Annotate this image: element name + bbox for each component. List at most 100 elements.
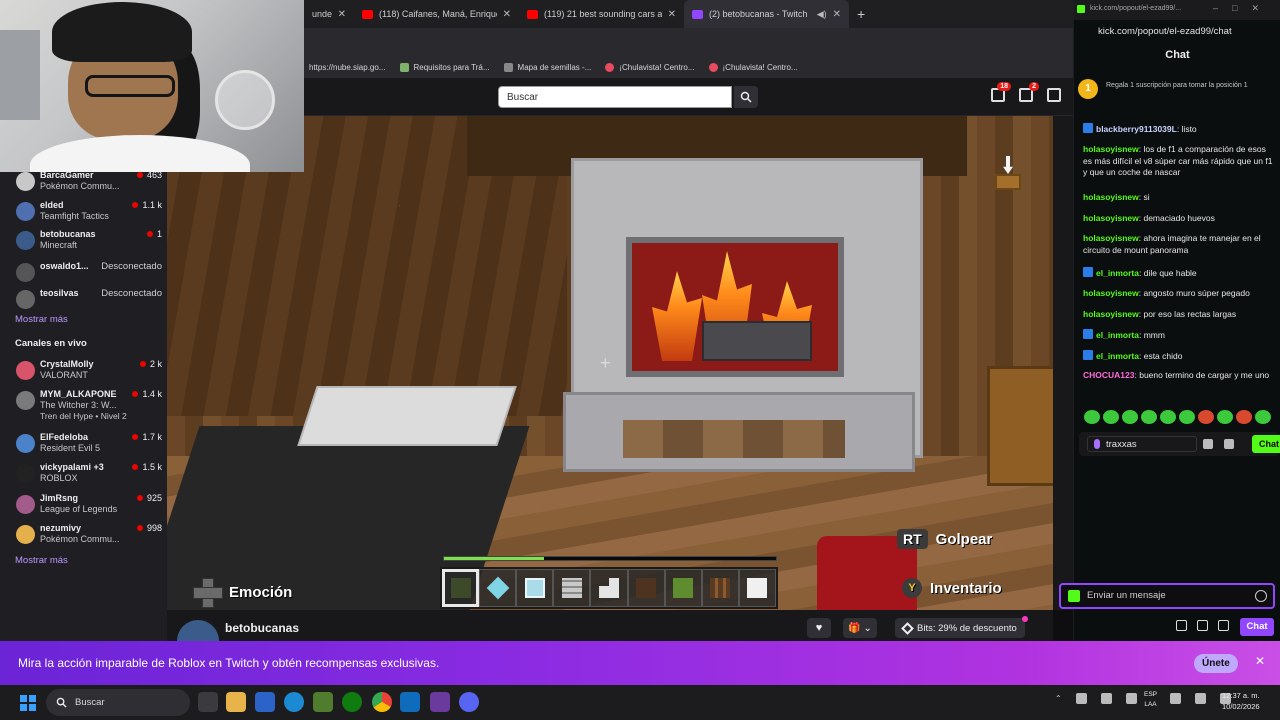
windows-start-icon[interactable] (20, 695, 36, 711)
chat-username[interactable]: holasoyisnew (1083, 309, 1139, 319)
chat-username[interactable]: holasoyisnew (1083, 233, 1139, 243)
bookmark[interactable]: ¡Chulavista! Centro... (605, 62, 695, 72)
sidebar-channel[interactable]: nezumivy Pokémon Commu... 998 (16, 523, 162, 551)
sidebar-channel[interactable]: teosilvas Desconectado (16, 288, 162, 316)
wifi-icon[interactable] (1170, 693, 1181, 704)
streamer-name[interactable]: betobucanas (225, 621, 299, 635)
speaker-icon[interactable] (1195, 693, 1206, 704)
sidebar-channel[interactable]: ElFedeloba Resident Evil 5 1.7 k (16, 432, 162, 460)
chat-username[interactable]: CHOCUA123 (1083, 370, 1135, 380)
close-icon[interactable]: ✕ (1255, 654, 1265, 668)
sidebar-channel[interactable]: vickypalami +3 ROBLOX 1.5 k (16, 462, 162, 490)
search-input[interactable]: Buscar (498, 86, 732, 108)
sidebar-channel[interactable]: betobucanas Minecraft 1 (16, 229, 162, 257)
chat-username[interactable]: holasoyisnew (1083, 213, 1139, 223)
taskbar-search[interactable]: Buscar (46, 689, 190, 716)
close-icon[interactable]: ✕ (503, 9, 511, 20)
chat-username[interactable]: holasoyisnew (1083, 288, 1139, 298)
close-icon[interactable]: ✕ (338, 9, 346, 20)
xbox-icon[interactable] (342, 692, 362, 712)
emote-icon[interactable] (1141, 410, 1157, 424)
browser-tab[interactable]: (118) Caifanes, Maná, Enrique B ✕ (354, 0, 519, 28)
bits-button[interactable]: Bits: 29% de descuento (895, 618, 1025, 638)
gift-sub-promo[interactable]: 1 Regala 1 suscripción para tomar la pos… (1078, 79, 1274, 99)
discord-icon[interactable] (459, 692, 479, 712)
app-icon[interactable] (430, 692, 450, 712)
emote-icon[interactable] (1179, 410, 1195, 424)
sidebar-channel[interactable]: BarcaGamer Pokémon Commu... 463 (16, 170, 162, 198)
emote-icon[interactable] (1217, 410, 1233, 424)
sidebar-channel[interactable]: elded Teamfight Tactics 1.1 k (16, 200, 162, 228)
chat-identity[interactable]: traxxas (1087, 436, 1197, 452)
bookmark[interactable]: Requisitos para Trá... (399, 62, 490, 72)
bookmark[interactable]: ¡Chulavista! Centro... (708, 62, 798, 72)
speaker-icon[interactable]: ◀) (817, 9, 827, 20)
join-button[interactable]: Únete (1194, 654, 1238, 673)
search-button[interactable] (734, 86, 758, 108)
chat-button[interactable]: Chat (1252, 435, 1280, 453)
whispers-icon[interactable] (1047, 88, 1061, 102)
browser-tab[interactable]: (119) 21 best sounding cars at ✕ (519, 0, 684, 28)
settings-icon[interactable] (1224, 439, 1234, 449)
emoji-icon[interactable] (1255, 590, 1267, 602)
chat-message: holasoyisnew: ahora imagina te manejar e… (1083, 233, 1277, 256)
cloud-icon[interactable] (1075, 693, 1087, 704)
browser-tab[interactable]: unde ✕ (304, 0, 354, 28)
mic-icon[interactable] (1100, 693, 1112, 704)
show-more-link[interactable]: Mostrar más (15, 555, 68, 566)
sidebar-channel[interactable]: CrystalMolly VALORANT 2 k (16, 359, 162, 387)
shield-icon[interactable] (1176, 620, 1187, 631)
clock[interactable]: 12:37 a. m. 10/02/2026 (1222, 690, 1260, 712)
emote-icon[interactable] (1236, 410, 1252, 424)
avatar (16, 361, 35, 380)
inbox-icon[interactable]: 2 (1019, 82, 1039, 102)
chat-username[interactable]: holasoyisnew (1083, 192, 1139, 202)
sidebar-channel[interactable]: MYM_ALKAPONE The Witcher 3: W... Tren del … (16, 389, 162, 427)
file-explorer-icon[interactable] (226, 692, 246, 712)
notifications-icon[interactable]: 18 (991, 82, 1011, 102)
pencil-icon[interactable] (1197, 620, 1208, 631)
chat-username[interactable]: blackberry9113039L (1096, 124, 1177, 134)
close-icon[interactable]: ✕ (668, 9, 676, 20)
show-more-link[interactable]: Mostrar más (15, 314, 68, 325)
message-input[interactable]: Enviar un mensaje (1059, 583, 1275, 609)
chrome-icon[interactable] (372, 692, 392, 712)
gear-icon[interactable] (1218, 620, 1229, 631)
chevron-up-icon[interactable]: ⌃ (1055, 694, 1062, 703)
emote-icon[interactable] (1103, 410, 1119, 424)
edge-icon[interactable] (284, 692, 304, 712)
emote-icon[interactable] (1122, 410, 1138, 424)
chat-username[interactable]: el_inmorta (1096, 330, 1139, 340)
channel-name: teosilvas (40, 288, 79, 298)
chat-username[interactable]: holasoyisnew (1083, 144, 1139, 154)
sidebar-channel[interactable]: oswaldo1... Desconectado (16, 261, 162, 289)
chat-address[interactable]: kick.com/popout/el-ezad99/chat (1098, 26, 1232, 37)
bookmark[interactable]: Mapa de semillas -... (503, 62, 591, 72)
store-icon[interactable] (1203, 439, 1213, 449)
streamer-glasses (85, 75, 175, 97)
emote-icon[interactable] (1084, 410, 1100, 424)
new-tab-icon[interactable]: + (857, 6, 865, 22)
minecraft-icon[interactable] (313, 692, 333, 712)
chat-username[interactable]: el_inmorta (1096, 351, 1139, 361)
emote-icon[interactable] (1255, 410, 1271, 424)
video-player[interactable]: · + Emoción RT Golpear Y Inventario (167, 116, 1053, 610)
app-tray-icon[interactable] (1125, 693, 1137, 704)
sidebar-channel[interactable]: JimRsng League of Legends 925 (16, 493, 162, 521)
follow-button[interactable]: ♥ (807, 618, 831, 638)
gift-button[interactable]: 🎁 ⌄ (843, 618, 877, 638)
outlook-icon[interactable] (400, 692, 420, 712)
task-view-icon[interactable] (198, 692, 218, 712)
browser-tab-active[interactable]: (2) betobucanas - Twitch ◀) ✕ (684, 0, 849, 28)
address-bar[interactable] (304, 28, 1073, 56)
store-icon[interactable] (255, 692, 275, 712)
chat-username[interactable]: el_inmorta (1096, 268, 1139, 278)
send-chat-button[interactable]: Chat (1240, 618, 1274, 636)
close-icon[interactable]: ✕ (833, 9, 841, 20)
emote-icon[interactable] (1160, 410, 1176, 424)
bookmark[interactable]: https://nube.siap.go... (309, 63, 386, 72)
language-indicator[interactable]: ESP LAA (1144, 690, 1157, 710)
grass-block-item (450, 578, 471, 598)
emote-icon[interactable] (1198, 410, 1214, 424)
window-controls[interactable]: –□✕ (1213, 3, 1273, 14)
